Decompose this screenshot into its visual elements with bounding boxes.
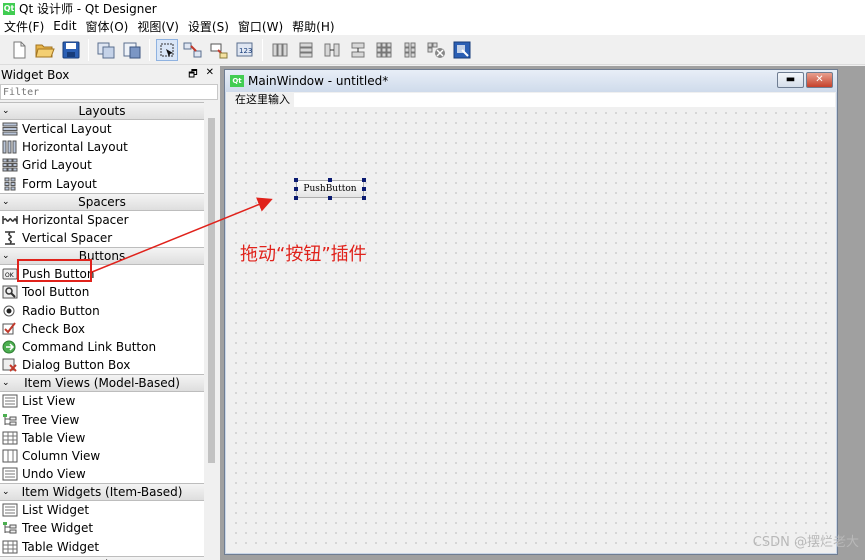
watermark: CSDN @摆烂老大 — [752, 535, 859, 550]
annotation-arrow — [91, 197, 273, 273]
annotation-text: 拖动“按钮”插件 — [240, 244, 367, 265]
